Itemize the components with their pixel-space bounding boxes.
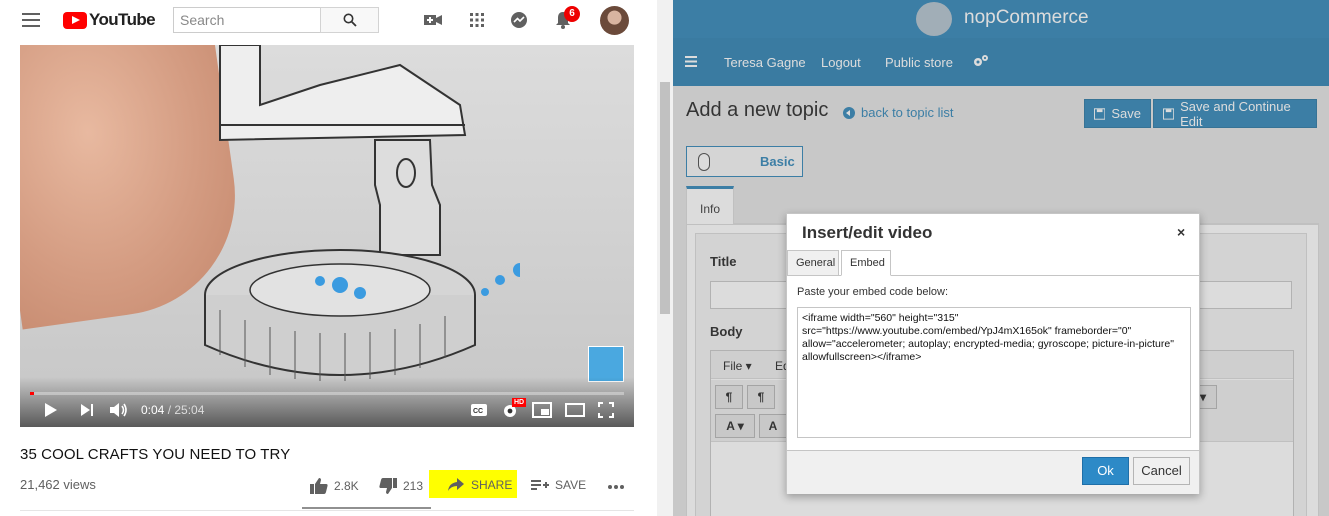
youtube-window: YouTube Search 6 0:04 / 25:04 CC HD 35 C… <box>0 0 657 516</box>
youtube-logo[interactable]: YouTube <box>63 10 156 30</box>
dialog-title: Insert/edit video <box>802 223 933 242</box>
video-player[interactable]: 0:04 / 25:04 CC HD <box>20 45 634 427</box>
like-count: 2.8K <box>334 479 359 493</box>
thumbs-up-icon <box>310 478 328 494</box>
video-progress-bar[interactable] <box>30 392 624 395</box>
playlist-add-icon <box>531 480 549 490</box>
theater-mode-icon[interactable] <box>565 402 585 418</box>
miniplayer-icon[interactable] <box>532 402 552 418</box>
search-input[interactable]: Search <box>173 7 321 33</box>
play-icon[interactable] <box>42 402 58 418</box>
messages-icon[interactable] <box>509 10 529 30</box>
search-button[interactable] <box>320 7 379 33</box>
divider <box>20 510 634 511</box>
tab-general[interactable]: General <box>787 250 839 276</box>
apps-grid-icon[interactable] <box>467 10 487 30</box>
video-title: 35 COOL CRAFTS YOU NEED TO TRY <box>20 446 291 463</box>
ok-button[interactable]: Ok <box>1082 457 1129 485</box>
scrollbar-thumb[interactable] <box>660 82 670 314</box>
share-arrow-icon <box>448 478 464 491</box>
svg-text:CC: CC <box>473 408 483 415</box>
menu-icon[interactable] <box>22 13 40 27</box>
more-actions-icon[interactable] <box>607 484 625 490</box>
search-icon <box>343 13 357 27</box>
view-count: 21,462 views <box>20 477 96 492</box>
sentiment-bar <box>302 507 431 509</box>
embed-code-textarea[interactable]: <iframe width="560" height="315" src="ht… <box>797 307 1191 438</box>
tab-embed[interactable]: Embed <box>841 250 891 276</box>
share-label: SHARE <box>471 478 513 492</box>
hd-badge: HD <box>512 398 527 407</box>
player-controls: 0:04 / 25:04 CC HD <box>20 398 634 421</box>
save-to-playlist-button[interactable]: SAVE <box>531 478 586 492</box>
save-label: SAVE <box>555 478 587 492</box>
captions-icon[interactable]: CC <box>470 403 488 417</box>
current-time: 0:04 <box>141 403 165 417</box>
notification-count-badge: 6 <box>564 6 580 22</box>
youtube-play-logo-icon <box>63 11 87 29</box>
cancel-button[interactable]: Cancel <box>1133 457 1190 485</box>
close-icon[interactable]: × <box>1177 224 1185 240</box>
time-display: 0:04 / 25:04 <box>141 403 204 417</box>
youtube-header: YouTube Search 6 <box>0 0 657 42</box>
avatar[interactable] <box>600 6 629 35</box>
thumbs-down-icon <box>379 478 397 494</box>
fullscreen-icon[interactable] <box>598 402 614 418</box>
dislike-count: 213 <box>403 479 424 493</box>
nopcommerce-window: nopCommerce Teresa Gagne Logout Public s… <box>673 0 1329 516</box>
video-frame-sneaker-tire-illustration <box>204 45 520 381</box>
volume-icon[interactable] <box>109 402 129 418</box>
insert-video-dialog: Insert/edit video × General Embed Paste … <box>786 213 1200 494</box>
video-progress-fill <box>30 392 34 395</box>
like-button[interactable]: 2.8K <box>310 478 359 494</box>
youtube-logo-text: YouTube <box>89 10 156 29</box>
video-camera-add-icon[interactable] <box>423 10 443 30</box>
duration: / 25:04 <box>164 403 205 417</box>
share-button[interactable]: SHARE <box>447 478 512 492</box>
next-icon[interactable] <box>80 403 94 417</box>
dislike-button[interactable]: 213 <box>379 478 423 494</box>
embed-prompt: Paste your embed code below: <box>797 286 949 298</box>
